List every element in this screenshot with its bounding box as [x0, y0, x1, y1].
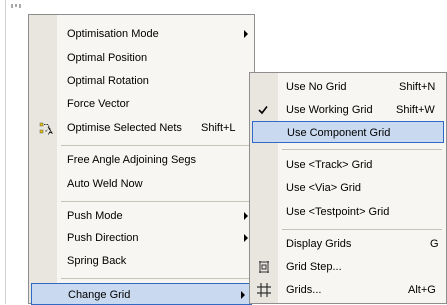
menu-item-grids[interactable]: Grids... Alt+G	[250, 279, 446, 301]
menu-item-spring-back[interactable]: Spring Back	[29, 250, 254, 272]
menu-item-optimise-selected-nets[interactable]: Optimise Selected Nets Shift+L	[29, 117, 254, 139]
menu-item-use-no-grid[interactable]: Use No Grid Shift+N	[250, 76, 446, 98]
submenu-arrow-icon	[244, 212, 248, 220]
menu-item-use-testpoint-grid[interactable]: Use <Testpoint> Grid	[250, 201, 446, 223]
menu-item-label: Push Mode	[67, 210, 123, 222]
submenu-arrow-icon	[241, 291, 245, 299]
menu-item-label: Display Grids	[286, 238, 352, 250]
menu-item-label: Optimisation Mode	[67, 28, 159, 40]
shortcut-label: Alt+G	[408, 284, 436, 296]
menu-separator	[282, 149, 442, 150]
menu-item-label: Use <Track> Grid	[286, 159, 373, 171]
shortcut-label: G	[430, 238, 439, 250]
menu-item-label: Use No Grid	[286, 81, 347, 93]
change-grid-submenu: Use No Grid Shift+N Use Working Grid Shi…	[249, 72, 447, 304]
menu-item-auto-weld-now[interactable]: Auto Weld Now	[29, 173, 254, 195]
menu-item-label: Optimise Selected Nets	[67, 122, 182, 134]
menu-item-display-grids[interactable]: Display Grids G	[250, 233, 446, 255]
submenu-arrow-icon	[244, 30, 248, 38]
menu-item-change-grid[interactable]: Change Grid	[31, 283, 252, 305]
menu-item-grid-step[interactable]: Grid Step...	[250, 256, 446, 278]
background-window-edge	[5, 0, 6, 304]
shortcut-label: Shift+W	[396, 104, 435, 116]
menu-separator	[61, 201, 250, 202]
grids-icon	[257, 283, 271, 300]
shortcut-label: Shift+N	[399, 81, 436, 93]
menu-item-optimal-rotation[interactable]: Optimal Rotation	[29, 70, 254, 92]
menu-separator	[282, 229, 442, 230]
menu-item-use-working-grid[interactable]: Use Working Grid Shift+W	[250, 99, 446, 121]
shortcut-label: Shift+L	[201, 122, 236, 134]
menu-item-label: Use Working Grid	[286, 104, 373, 116]
menu-separator	[61, 145, 250, 146]
menu-item-label: Free Angle Adjoining Segs	[67, 154, 197, 166]
menu-item-optimal-position[interactable]: Optimal Position	[29, 47, 254, 69]
grid-step-icon	[257, 260, 271, 277]
menu-item-use-track-grid[interactable]: Use <Track> Grid	[250, 154, 446, 176]
menu-item-label: Grids...	[286, 284, 322, 296]
menu-item-label: Optimal Position	[67, 52, 148, 64]
menu-item-label: Auto Weld Now	[67, 178, 143, 190]
menu-item-label: Use <Testpoint> Grid	[286, 206, 390, 218]
partial-toolbar-icon	[10, 0, 22, 8]
menu-separator	[61, 278, 250, 279]
menu-item-label: Optimal Rotation	[67, 75, 149, 87]
menu-item-use-via-grid[interactable]: Use <Via> Grid	[250, 177, 446, 199]
menu-item-push-direction[interactable]: Push Direction	[29, 227, 254, 249]
menu-item-use-component-grid[interactable]: Use Component Grid	[252, 121, 444, 143]
menu-item-label: Spring Back	[67, 255, 127, 267]
menu-item-label: Use Component Grid	[287, 127, 391, 139]
menu-item-push-mode[interactable]: Push Mode	[29, 205, 254, 227]
menu-item-label: Use <Via> Grid	[286, 182, 362, 194]
menu-item-label: Change Grid	[68, 289, 131, 301]
menu-item-optimisation-mode[interactable]: Optimisation Mode	[29, 23, 254, 45]
menu-item-label: Grid Step...	[286, 261, 342, 273]
checkmark-icon	[258, 105, 268, 118]
menu-item-free-angle-adjoining-segs[interactable]: Free Angle Adjoining Segs	[29, 149, 254, 171]
submenu-arrow-icon	[244, 234, 248, 242]
menu-item-label: Force Vector	[67, 98, 130, 110]
context-menu: Optimisation Mode Optimal Position Optim…	[28, 14, 255, 305]
menu-item-label: Push Direction	[67, 232, 139, 244]
optimise-nets-icon	[39, 121, 54, 138]
menu-item-force-vector[interactable]: Force Vector	[29, 93, 254, 115]
